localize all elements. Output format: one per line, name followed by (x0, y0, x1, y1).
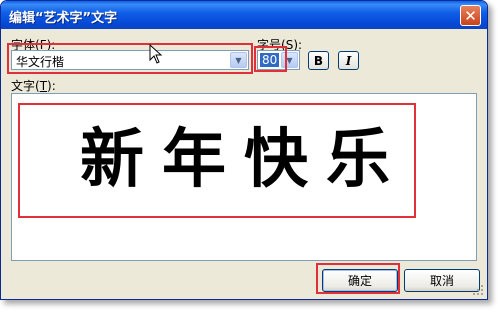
bold-button[interactable]: B (308, 51, 329, 70)
chevron-down-icon: ▼ (286, 55, 293, 65)
text-label: 文字(T): (11, 79, 56, 93)
ok-button[interactable]: 确定 (322, 269, 398, 292)
wordart-text: 新年快乐 (80, 122, 408, 197)
dialog-title: 编辑“艺术字”文字 (9, 11, 118, 26)
chevron-down-icon: ▼ (235, 55, 242, 65)
size-select-value: 80 (260, 53, 280, 67)
font-select[interactable]: 华文行楷 ▼ (11, 50, 249, 70)
italic-button[interactable]: I (338, 51, 359, 70)
edit-wordart-dialog: 编辑“艺术字”文字 ✕ 字体(F): 华文行楷 ▼ 字号(S): 80 ▼ B … (0, 0, 488, 300)
size-dropdown-button[interactable]: ▼ (281, 52, 298, 68)
text-input-area[interactable]: 新年快乐 (11, 93, 477, 261)
title-bar[interactable]: 编辑“艺术字”文字 ✕ (1, 1, 487, 29)
font-select-value: 华文行楷 (16, 55, 65, 69)
ok-button-label: 确定 (347, 274, 372, 288)
mouse-pointer-icon (149, 44, 163, 64)
bold-icon: B (313, 53, 324, 68)
cancel-button[interactable]: 取消 (404, 269, 480, 292)
cancel-button-label: 取消 (429, 274, 454, 288)
font-dropdown-button[interactable]: ▼ (230, 52, 247, 68)
close-icon: ✕ (464, 6, 477, 25)
italic-icon: I (345, 53, 352, 68)
close-button[interactable]: ✕ (460, 5, 481, 26)
text-label-accesskey: T (39, 79, 48, 93)
size-select[interactable]: 80 ▼ (257, 50, 300, 70)
resize-grip-icon[interactable] (472, 284, 484, 296)
